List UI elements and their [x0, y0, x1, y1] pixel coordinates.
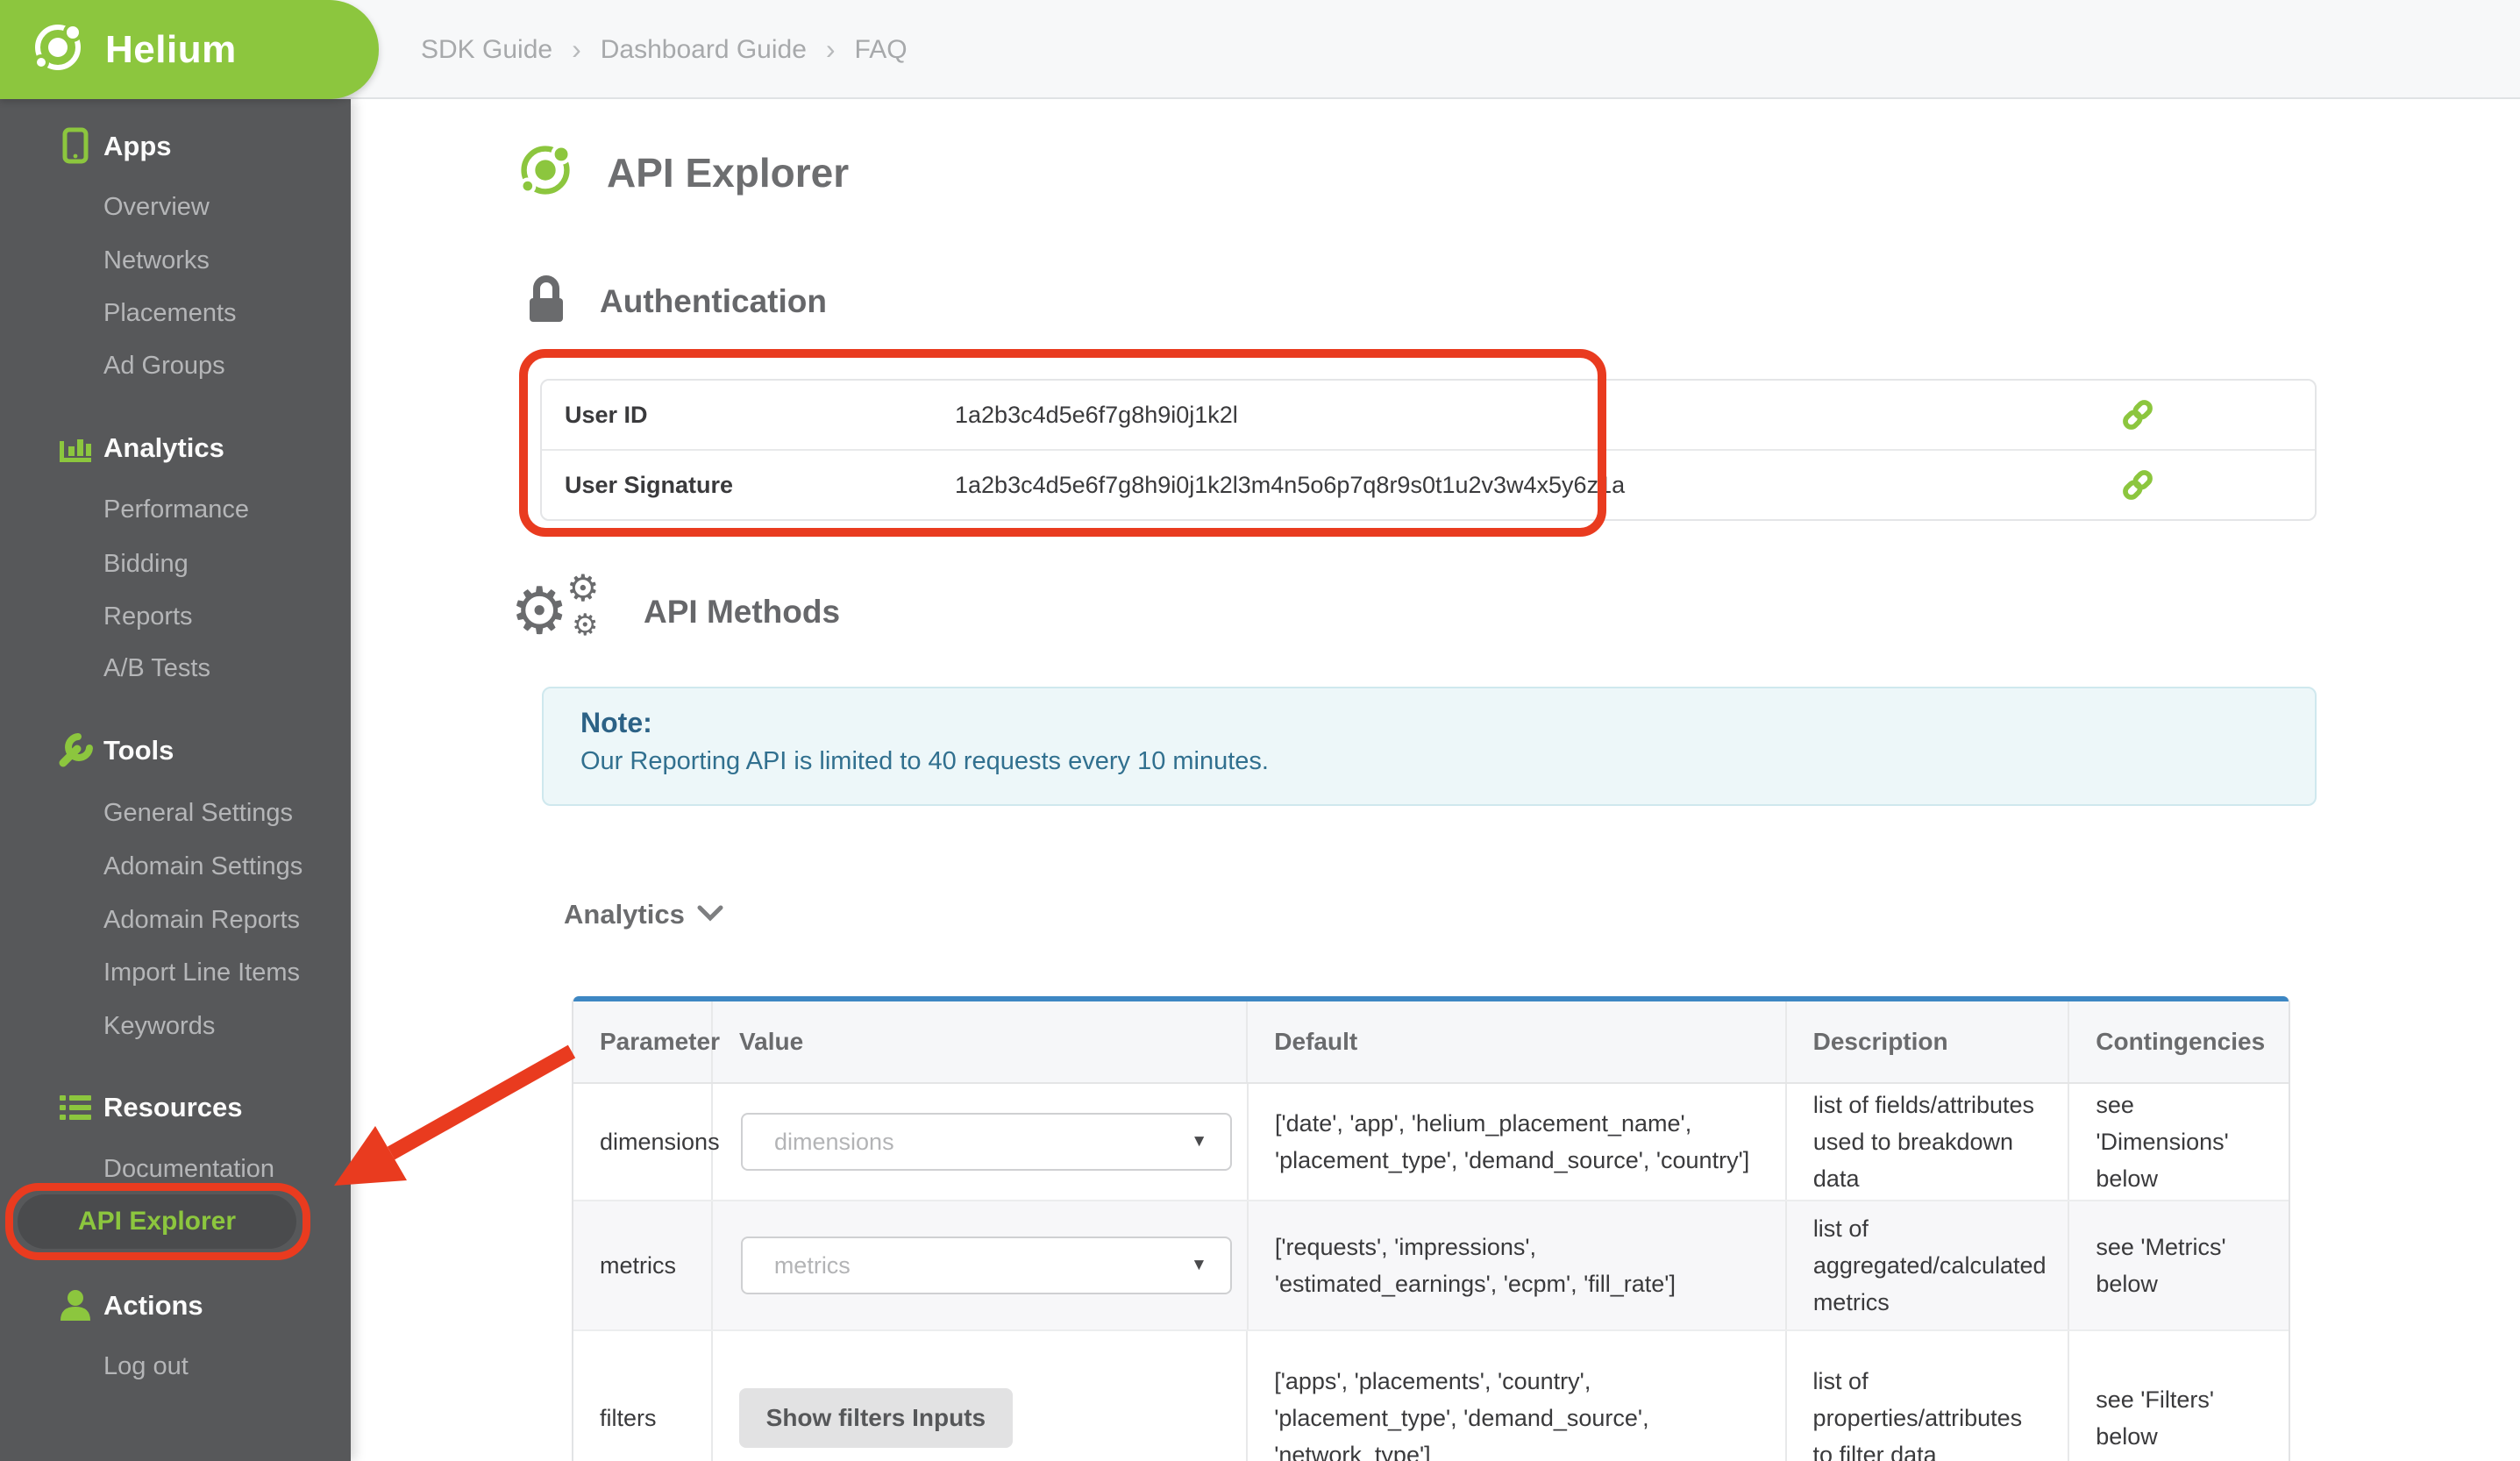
brand-name: Helium	[105, 27, 237, 71]
sidebar-item-adomain-settings[interactable]: Adomain Settings	[103, 847, 340, 886]
sidebar-item-ad-groups[interactable]: Ad Groups	[103, 346, 340, 385]
caret-down-icon: ▼	[1191, 1132, 1207, 1151]
parameters-table: Parameter Value Default Description Cont…	[572, 996, 2290, 1461]
column-header-description: Description	[1787, 1001, 2070, 1082]
description-cell: list of fields/attributes used to breakd…	[1787, 1084, 2070, 1200]
table-header-row: Parameter Value Default Description Cont…	[573, 1001, 2289, 1084]
table-row-user-signature: User Signature 1a2b3c4d5e6f7g8h9i0j1k2l3…	[542, 449, 2315, 519]
note-body: Our Reporting API is limited to 40 reque…	[580, 747, 1269, 775]
sidebar-item-performance[interactable]: Performance	[103, 490, 340, 529]
user-signature-label: User Signature	[565, 471, 734, 498]
sidebar-section-label: Resources	[103, 1092, 243, 1122]
link-icon[interactable]	[2117, 394, 2159, 436]
sidebar-section-label: Analytics	[103, 432, 224, 463]
column-header-value: Value	[713, 1001, 1249, 1082]
api-explorer-page: SDK Guide › Dashboard Guide › FAQ Helium…	[0, 0, 2520, 1461]
bar-chart-icon	[54, 429, 96, 467]
sidebar-section-apps[interactable]: Apps	[0, 125, 351, 167]
chevron-down-icon	[697, 904, 723, 926]
value-cell: metrics ▼	[713, 1201, 1249, 1329]
note-callout: Note: Our Reporting API is limited to 40…	[542, 687, 2317, 806]
gears-icon: ⚙ ⚙ ⚙	[510, 567, 600, 647]
sidebar-item-placements[interactable]: Placements	[103, 294, 340, 332]
show-filters-inputs-button[interactable]: Show filters Inputs	[738, 1388, 1013, 1448]
breadcrumb: SDK Guide › Dashboard Guide › FAQ	[421, 0, 908, 99]
api-methods-heading-text: API Methods	[644, 594, 841, 630]
sidebar-nav: Apps Overview Networks Placements Ad Gro…	[0, 99, 351, 1461]
breadcrumb-item-sdk-guide[interactable]: SDK Guide	[421, 35, 552, 65]
page-title: API Explorer	[607, 149, 850, 196]
sidebar-item-api-explorer-active[interactable]: API Explorer	[18, 1194, 296, 1249]
authentication-heading: Authentication	[524, 274, 827, 329]
parameter-cell: filters	[573, 1331, 713, 1461]
dimensions-select[interactable]: dimensions ▼	[741, 1113, 1232, 1171]
authentication-heading-text: Authentication	[600, 282, 827, 319]
sidebar-section-tools[interactable]: Tools	[0, 730, 351, 772]
list-icon	[54, 1088, 96, 1127]
user-id-value: 1a2b3c4d5e6f7g8h9i0j1k2l	[955, 401, 1238, 428]
sidebar-item-adomain-reports[interactable]: Adomain Reports	[103, 901, 340, 939]
sidebar-item-reports[interactable]: Reports	[103, 597, 340, 636]
contingencies-cell: see 'Dimensions' below	[2096, 1092, 2229, 1192]
table-row-dimensions: dimensions dimensions ▼ ['date', 'app', …	[573, 1084, 2289, 1201]
api-explorer-orbit-icon	[516, 140, 575, 204]
sidebar-item-documentation[interactable]: Documentation	[103, 1150, 340, 1188]
breadcrumb-separator-icon: ›	[572, 33, 581, 65]
lock-icon	[524, 274, 568, 329]
description-cell: list of properties/attributes to filter …	[1787, 1331, 2070, 1461]
sidebar-item-keywords[interactable]: Keywords	[103, 1007, 340, 1045]
table-row-user-id: User ID 1a2b3c4d5e6f7g8h9i0j1k2l	[542, 381, 2315, 449]
column-header-contingencies: Contingencies	[2096, 1028, 2266, 1055]
note-title: Note:	[580, 707, 652, 738]
helium-logo-icon	[30, 19, 86, 80]
contingencies-cell: see 'Metrics' below	[2096, 1234, 2226, 1297]
user-id-label: User ID	[565, 401, 648, 428]
sidebar-item-bidding[interactable]: Bidding	[103, 545, 340, 583]
person-icon	[54, 1286, 96, 1325]
sidebar-section-analytics[interactable]: Analytics	[0, 427, 351, 469]
sidebar-item-log-out[interactable]: Log out	[103, 1347, 340, 1386]
analytics-section-toggle[interactable]: Analytics	[564, 895, 723, 934]
brand-header[interactable]: Helium	[0, 0, 379, 99]
default-cell: ['requests', 'impressions', 'estimated_e…	[1249, 1201, 1787, 1329]
phone-icon	[54, 127, 96, 166]
table-row-metrics: metrics metrics ▼ ['requests', 'impressi…	[573, 1201, 2289, 1331]
parameter-cell: metrics	[573, 1201, 713, 1329]
sidebar-section-resources[interactable]: Resources	[0, 1087, 351, 1129]
sidebar-section-label: Actions	[103, 1290, 203, 1321]
column-header-parameter: Parameter	[573, 1001, 720, 1082]
sidebar-item-overview[interactable]: Overview	[103, 188, 340, 226]
description-cell: list of aggregated/calculated metrics	[1787, 1201, 2070, 1329]
sidebar-item-general-settings[interactable]: General Settings	[103, 794, 340, 832]
parameter-cell: dimensions	[573, 1084, 720, 1200]
caret-down-icon: ▼	[1191, 1256, 1207, 1274]
default-cell: ['apps', 'placements', 'country', 'place…	[1248, 1331, 1787, 1461]
sidebar-section-label: Tools	[103, 735, 174, 766]
table-row-filters: filters Show filters Inputs ['apps', 'pl…	[573, 1331, 2289, 1461]
sidebar-section-label: Apps	[103, 131, 172, 161]
page-title-block: API Explorer	[516, 140, 849, 204]
api-methods-heading: ⚙ ⚙ ⚙ API Methods	[510, 567, 841, 652]
metrics-select[interactable]: metrics ▼	[740, 1237, 1232, 1294]
contingencies-cell: see 'Filters' below	[2096, 1386, 2215, 1450]
breadcrumb-separator-icon: ›	[825, 33, 836, 65]
value-cell: dimensions ▼	[713, 1084, 1249, 1200]
sidebar-item-import-line-items[interactable]: Import Line Items	[103, 953, 340, 992]
dimensions-select-placeholder: dimensions	[774, 1129, 894, 1155]
auth-table: User ID 1a2b3c4d5e6f7g8h9i0j1k2l User Si…	[540, 379, 2317, 521]
value-cell: Show filters Inputs	[713, 1331, 1249, 1461]
column-header-default: Default	[1248, 1001, 1787, 1082]
sidebar-item-ab-tests[interactable]: A/B Tests	[103, 649, 340, 688]
link-icon[interactable]	[2117, 464, 2159, 506]
wrench-icon	[54, 731, 96, 770]
user-signature-value: 1a2b3c4d5e6f7g8h9i0j1k2l3m4n5o6p7q8r9s0t…	[955, 471, 1626, 498]
default-cell: ['date', 'app', 'helium_placement_name',…	[1249, 1084, 1787, 1200]
sidebar-item-networks[interactable]: Networks	[103, 241, 340, 280]
metrics-select-placeholder: metrics	[773, 1252, 851, 1279]
analytics-section-label: Analytics	[564, 899, 685, 930]
breadcrumb-item-dashboard-guide[interactable]: Dashboard Guide	[601, 35, 807, 65]
sidebar-section-actions[interactable]: Actions	[0, 1285, 351, 1327]
breadcrumb-item-faq[interactable]: FAQ	[855, 35, 908, 65]
